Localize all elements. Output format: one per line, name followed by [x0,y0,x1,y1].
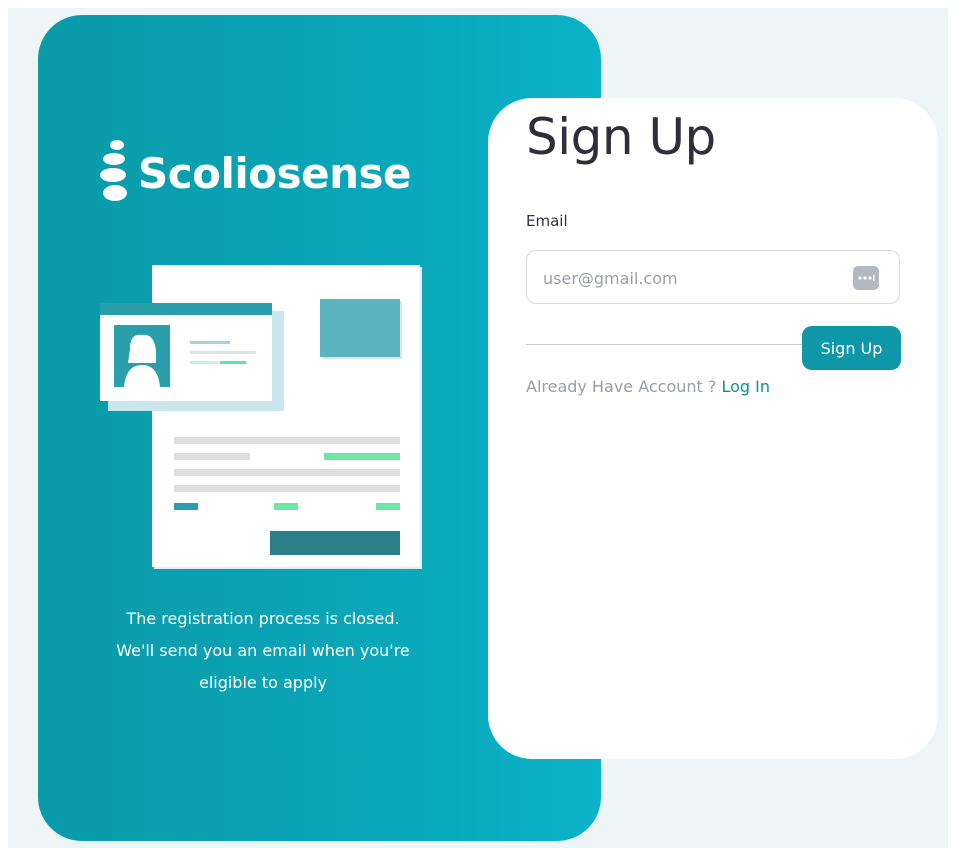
closed-message-line-3: eligible to apply [198,673,328,692]
page-title: Sign Up [526,108,716,166]
account-prompt-text: Already Have Account ? [526,377,722,396]
login-link[interactable]: Log In [721,377,770,396]
email-label: Email [526,212,568,230]
registration-closed-message: The registration process is closed. We'l… [98,603,428,699]
email-input[interactable] [541,251,845,305]
logo-mark-icon [100,140,130,206]
signup-button[interactable]: Sign Up [802,326,901,370]
signup-card: Sign Up Email Sign Up Already Have Accou… [488,98,938,759]
divider [526,344,826,345]
page: Scoliosense The registration process is … [0,0,954,848]
registration-illustration [100,265,422,569]
logo: Scoliosense [100,140,412,206]
account-prompt: Already Have Account ? Log In [526,377,770,396]
email-field[interactable] [526,250,900,305]
closed-message-line-2: We'll send you an email when you're [116,641,410,660]
closed-message-line-1: The registration process is closed. [126,609,400,628]
dots-icon[interactable] [853,266,879,290]
logo-text: Scoliosense [138,148,412,198]
